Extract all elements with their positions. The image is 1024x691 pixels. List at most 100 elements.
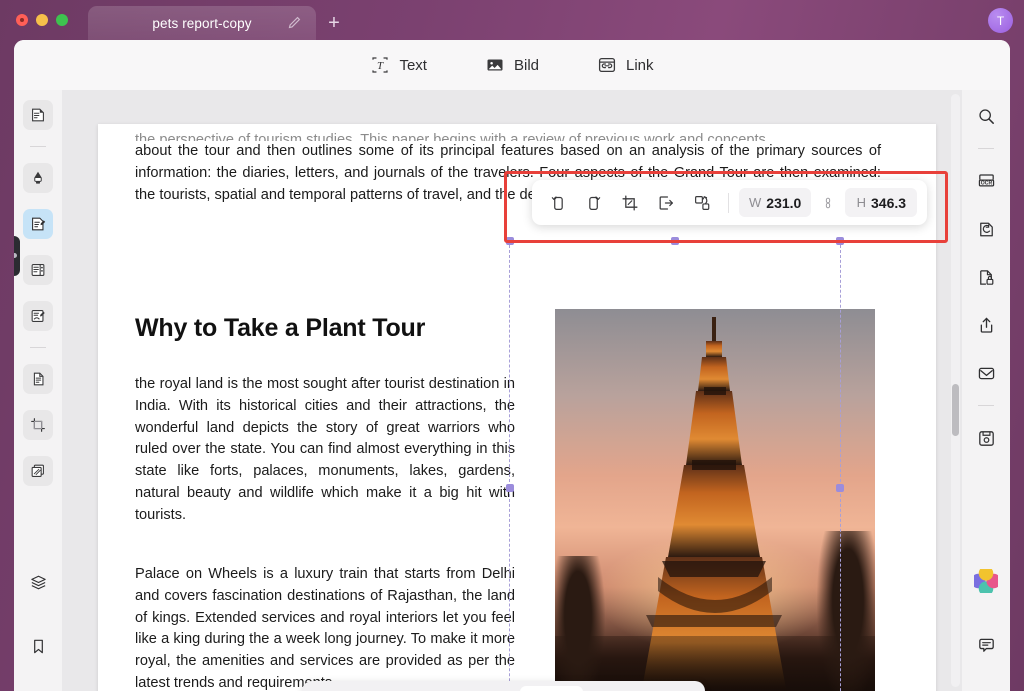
extract-button[interactable] — [650, 187, 682, 219]
document-heading[interactable]: Why to Take a Plant Tour — [135, 314, 555, 343]
sidebar-item-email[interactable] — [970, 357, 1002, 389]
page-number-field[interactable]: 3 / 6 — [520, 686, 583, 691]
ocr-icon: OCR — [976, 171, 997, 192]
replace-button[interactable] — [686, 187, 718, 219]
ai-assistant-icon — [974, 569, 998, 593]
new-tab-button[interactable]: + — [316, 6, 352, 40]
sidebar-item-save[interactable] — [970, 422, 1002, 454]
svg-text:T: T — [377, 60, 384, 72]
left-sidebar — [14, 90, 62, 691]
page-navigation-bar: 129% ▼ — [302, 681, 705, 691]
svg-text:OCR: OCR — [980, 180, 992, 186]
layers-icon — [29, 573, 48, 592]
sidebar-item-compare[interactable] — [23, 456, 53, 486]
close-pagebar-button[interactable] — [665, 686, 693, 691]
sidebar-item-comment[interactable] — [970, 629, 1002, 661]
last-page-button[interactable] — [618, 686, 646, 691]
rename-tab-icon[interactable] — [286, 15, 302, 31]
share-icon — [976, 315, 997, 336]
image-context-toolbar: W 231.0 H 346.3 — [532, 180, 927, 225]
link-ratio-icon[interactable] — [818, 196, 838, 210]
scrollbar-thumb[interactable] — [952, 384, 959, 436]
width-label: W — [749, 195, 761, 210]
zoom-out-button[interactable] — [314, 686, 342, 691]
sidebar-item-read-mode[interactable] — [23, 100, 53, 130]
sidebar-item-signature[interactable] — [23, 301, 53, 331]
vertical-scrollbar[interactable] — [951, 94, 960, 687]
document-paragraph-1[interactable]: the royal land is the most sought after … — [135, 374, 515, 527]
comment-icon — [976, 635, 997, 656]
maximize-window-button[interactable] — [56, 14, 68, 26]
toolbar-item-link[interactable]: Link — [591, 51, 660, 79]
search-icon — [976, 106, 997, 127]
form-icon — [29, 261, 47, 279]
window-controls[interactable] — [16, 14, 68, 26]
text-icon: T — [370, 55, 390, 75]
sidebar-item-crop-page[interactable] — [23, 410, 53, 440]
convert-icon — [976, 219, 997, 240]
tab-pets-report-copy[interactable]: pets report-copy — [88, 6, 316, 40]
highlight-icon — [29, 169, 47, 187]
read-mode-icon — [29, 106, 47, 124]
image-icon — [485, 55, 505, 75]
sidebar-item-convert[interactable] — [970, 213, 1002, 245]
rotate-left-icon — [548, 193, 568, 213]
image-width-field[interactable]: W 231.0 — [739, 188, 811, 217]
right-sidebar-bottom — [962, 565, 1010, 677]
minimize-window-button[interactable] — [36, 14, 48, 26]
sidebar-divider-2 — [30, 347, 46, 348]
protect-icon — [976, 267, 997, 288]
crop-button[interactable] — [614, 187, 646, 219]
image-height-field[interactable]: H 346.3 — [845, 188, 917, 217]
sidebar-item-ai-assistant[interactable] — [970, 565, 1002, 597]
replace-icon — [692, 193, 712, 213]
tab-label: pets report-copy — [152, 16, 251, 31]
sidebar-collapse-handle[interactable] — [14, 236, 20, 276]
previous-page-button[interactable] — [487, 686, 515, 691]
bookmark-icon — [29, 637, 48, 656]
crop-page-icon — [29, 416, 47, 434]
eiffel-tower-graphic — [622, 315, 808, 691]
toolbar-label-bild: Bild — [514, 57, 539, 74]
height-value: 346.3 — [871, 195, 906, 211]
toolbar-divider — [728, 193, 729, 213]
window-titlebar: pets report-copy + T — [0, 0, 1024, 40]
email-icon — [976, 363, 997, 384]
toolbar-item-bild[interactable]: Bild — [479, 51, 545, 79]
tab-strip: pets report-copy + — [88, 6, 352, 40]
close-window-button[interactable] — [16, 14, 28, 26]
rotate-left-button[interactable] — [542, 187, 574, 219]
extract-icon — [656, 193, 676, 213]
next-page-button[interactable] — [588, 686, 616, 691]
sidebar-item-bookmark[interactable] — [23, 631, 53, 661]
first-page-button[interactable] — [457, 686, 485, 691]
sidebar-item-organize-pages[interactable] — [23, 364, 53, 394]
toolbar-item-text[interactable]: T Text — [364, 51, 433, 79]
sidebar-item-form[interactable] — [23, 255, 53, 285]
right-sidebar-divider-2 — [978, 405, 994, 406]
embedded-image[interactable] — [555, 309, 875, 691]
sidebar-item-edit-text[interactable] — [23, 209, 53, 239]
edit-text-icon — [29, 215, 47, 233]
clipped-text-line: the perspective of tourism studies. This… — [135, 130, 881, 141]
compare-icon — [29, 462, 47, 480]
sidebar-item-highlight[interactable] — [23, 163, 53, 193]
sidebar-item-search[interactable] — [970, 100, 1002, 132]
rotate-right-button[interactable] — [578, 187, 610, 219]
rotate-right-icon — [584, 193, 604, 213]
edit-toolbar: T Text Bild Li — [14, 40, 1010, 90]
link-icon — [597, 55, 617, 75]
avatar[interactable]: T — [988, 8, 1013, 33]
sidebar-item-layers[interactable] — [23, 567, 53, 597]
sidebar-item-share[interactable] — [970, 309, 1002, 341]
document-paragraph-2[interactable]: Palace on Wheels is a luxury train that … — [135, 564, 515, 691]
sidebar-item-ocr[interactable]: OCR — [970, 165, 1002, 197]
left-sidebar-bottom — [14, 567, 62, 677]
toolbar-label-link: Link — [626, 57, 654, 74]
right-sidebar-divider — [978, 148, 994, 149]
toolbar-label-text: Text — [399, 57, 427, 74]
sidebar-item-protect[interactable] — [970, 261, 1002, 293]
zoom-in-button[interactable] — [410, 686, 438, 691]
organize-pages-icon — [29, 370, 47, 388]
crop-icon — [620, 193, 640, 213]
